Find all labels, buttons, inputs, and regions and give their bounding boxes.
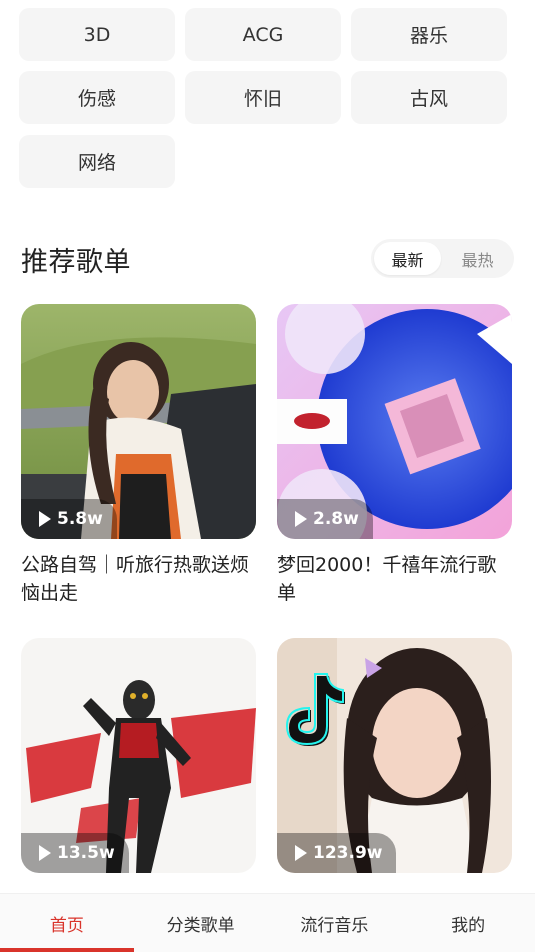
play-icon: [39, 845, 51, 861]
bottom-nav: 首页 分类歌单 流行音乐 我的: [0, 893, 535, 952]
genre-chip-instrumental[interactable]: 器乐: [351, 8, 507, 61]
play-count: 5.8w: [57, 509, 103, 529]
nav-pop-music-label: 流行音乐: [300, 915, 369, 936]
playlist-title[interactable]: 公路自驾｜听旅行热歌送烦恼出走: [21, 551, 256, 607]
nav-categories-label: 分类歌单: [166, 915, 235, 936]
section-title: 推荐歌单: [21, 247, 131, 278]
sort-toggle: 最新 最热: [371, 239, 514, 278]
playlist-card[interactable]: 13.5w: [21, 638, 256, 885]
play-count: 2.8w: [313, 509, 359, 529]
play-count-badge: 2.8w: [277, 499, 373, 539]
nav-pop-music[interactable]: 流行音乐: [268, 894, 402, 952]
play-count-badge: 123.9w: [277, 833, 397, 873]
genre-chip-sad[interactable]: 伤感: [19, 71, 175, 124]
playlist-card[interactable]: 2.8w 梦回2000！千禧年流行歌单: [277, 304, 512, 607]
playlist-cover[interactable]: 5.8w: [21, 304, 256, 539]
genre-chip-ancient-style[interactable]: 古风: [351, 71, 507, 124]
nav-me[interactable]: 我的: [401, 894, 535, 952]
playlist-cover[interactable]: 123.9w: [277, 638, 512, 873]
play-count-badge: 13.5w: [21, 833, 129, 873]
sort-option-hottest[interactable]: 最热: [444, 242, 511, 275]
nav-home[interactable]: 首页: [0, 894, 134, 952]
genre-chip-nostalgic[interactable]: 怀旧: [185, 71, 341, 124]
playlist-card[interactable]: 123.9w: [277, 638, 512, 885]
sort-option-newest[interactable]: 最新: [374, 242, 441, 275]
playlist-title[interactable]: 梦回2000！千禧年流行歌单: [277, 551, 512, 607]
playlist-card[interactable]: 5.8w 公路自驾｜听旅行热歌送烦恼出走: [21, 304, 256, 607]
play-count-badge: 5.8w: [21, 499, 117, 539]
play-icon: [295, 845, 307, 861]
play-count: 13.5w: [57, 843, 115, 863]
playlist-cover[interactable]: 13.5w: [21, 638, 256, 873]
nav-categories[interactable]: 分类歌单: [134, 894, 268, 952]
genre-chip-acg[interactable]: ACG: [185, 8, 341, 61]
playlist-cover[interactable]: 2.8w: [277, 304, 512, 539]
nav-me-label: 我的: [451, 915, 486, 936]
genre-chip-3d[interactable]: 3D: [19, 8, 175, 61]
genre-chip-internet[interactable]: 网络: [19, 135, 175, 188]
nav-home-label: 首页: [49, 915, 84, 936]
active-tab-indicator: [0, 948, 134, 952]
play-icon: [39, 511, 51, 527]
play-count: 123.9w: [313, 843, 383, 863]
play-icon: [295, 511, 307, 527]
